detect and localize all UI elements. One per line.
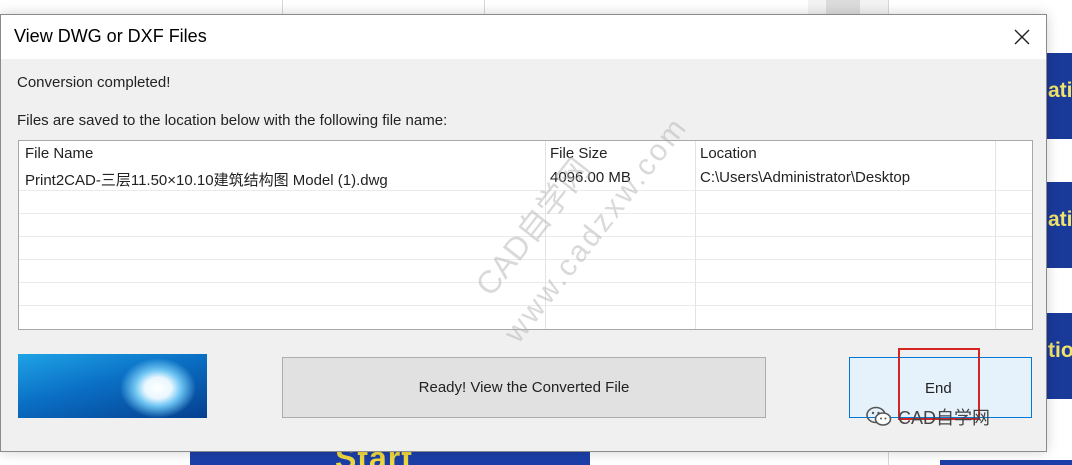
background-scrollbar [826,0,860,14]
column-header-file-name[interactable]: File Name [25,145,93,162]
file-name-cell: Print2CAD-三层11.50×10.10建筑结构图 Model (1).d… [25,172,388,189]
dialog-title: View DWG or DXF Files [14,26,207,46]
column-divider [545,141,546,329]
logo-text: CAD自学网 [898,408,991,428]
close-icon [1014,29,1030,45]
column-divider [695,141,696,329]
background-tile: ati [1047,182,1072,268]
row-divider [19,236,1032,237]
tile-text: ati [1048,208,1072,231]
row-divider [19,259,1032,260]
tile-text: ati [1048,79,1072,102]
close-button[interactable] [1004,19,1040,55]
tile-text: tio [1048,339,1072,362]
title-bar: View DWG or DXF Files [1,15,1046,59]
status-message: Conversion completed! [17,74,171,91]
wechat-logo: CAD自学网 [866,404,990,430]
background-divider [484,0,485,14]
file-list[interactable]: File Name File Size Location Print2CAD-三… [18,140,1033,330]
file-size-cell: 4096.00 MB [550,169,631,186]
view-converted-file-button[interactable]: Ready! View the Converted File [282,357,766,418]
background-divider [282,0,283,14]
background-tile: tio [1047,313,1072,399]
background-tile: ati [1047,53,1072,139]
background-bar [940,460,1072,465]
location-cell: C:\Users\Administrator\Desktop [700,169,911,186]
row-divider [19,190,1032,191]
row-divider [19,305,1032,306]
row-divider [19,282,1032,283]
wechat-icon [866,406,892,426]
app-banner-image [18,354,207,418]
location-message: Files are saved to the location below wi… [17,112,448,129]
column-header-file-size[interactable]: File Size [550,145,608,162]
column-header-location[interactable]: Location [700,145,757,162]
row-divider [19,213,1032,214]
column-divider [995,141,996,329]
view-converted-file-label: Ready! View the Converted File [418,379,630,396]
